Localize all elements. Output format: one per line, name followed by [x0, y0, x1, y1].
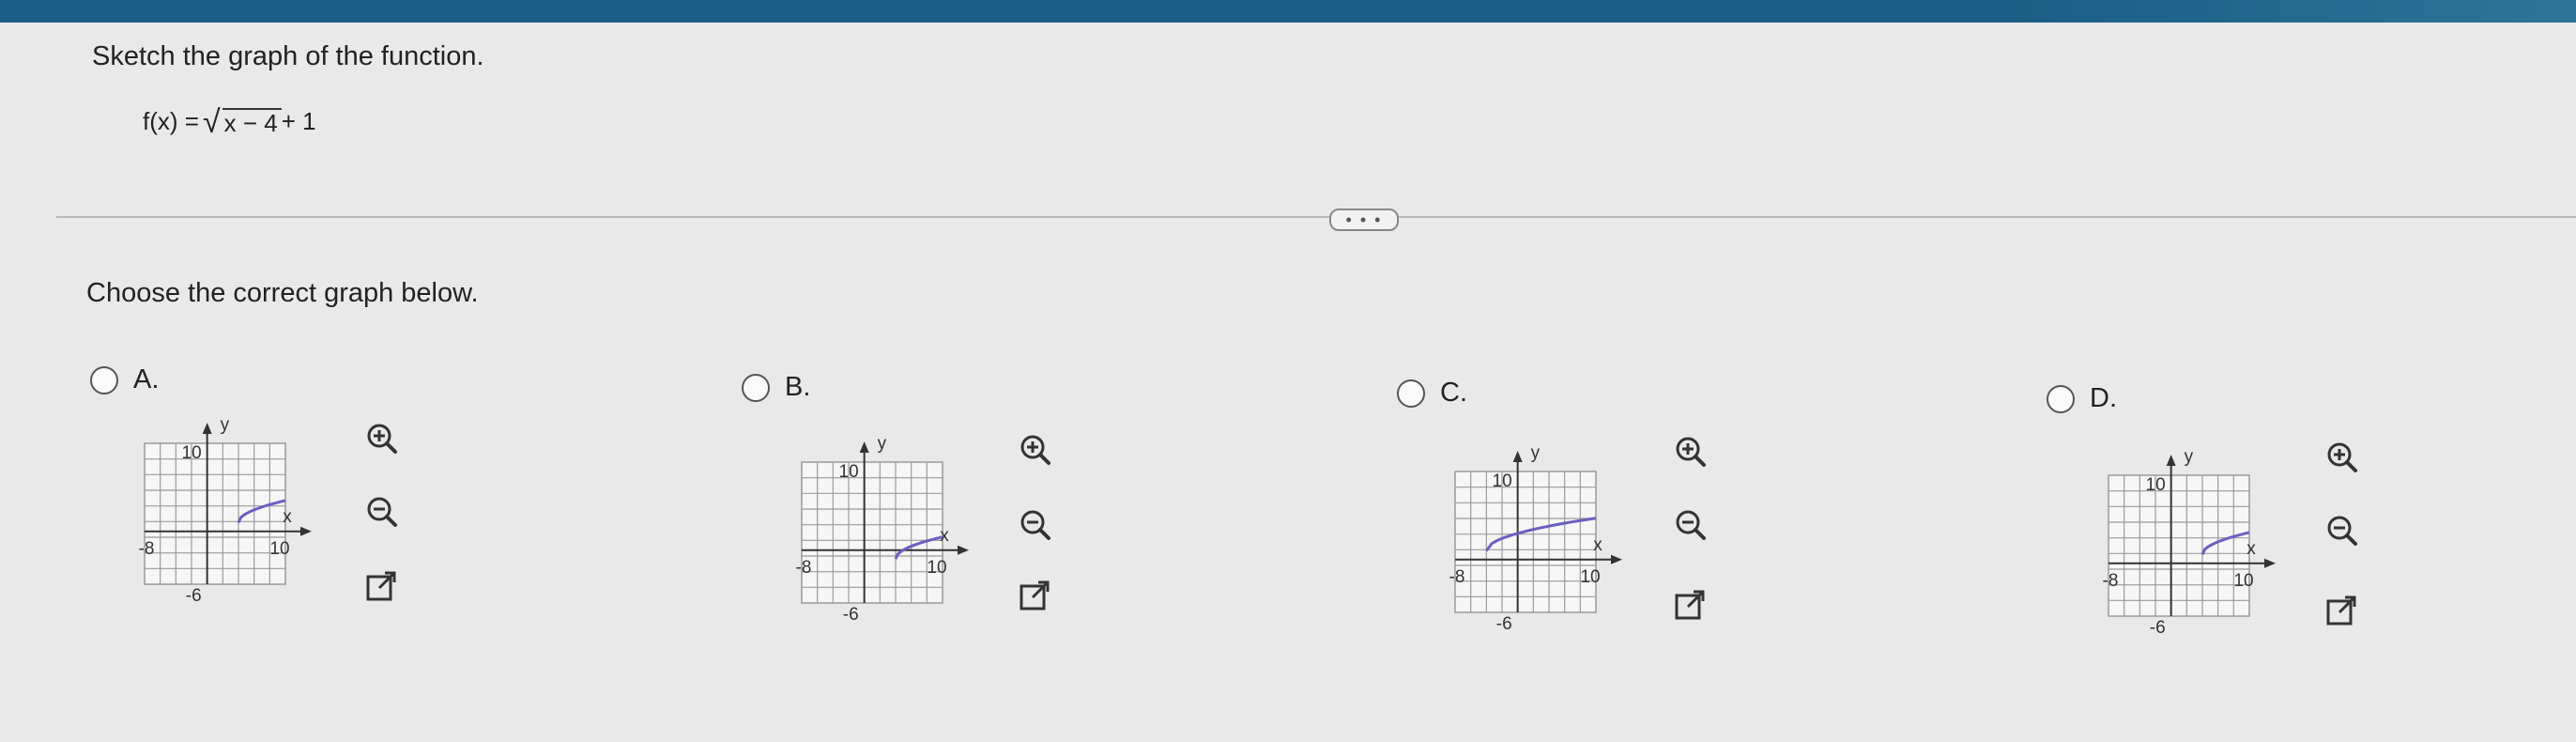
grid-box	[1454, 471, 1597, 613]
zoom-in-icon	[367, 424, 397, 454]
y-axis-arrow	[2166, 455, 2176, 466]
choose-prompt: Choose the correct graph below.	[86, 278, 479, 308]
y-top-tick-label: 10	[839, 462, 859, 482]
option-c[interactable]: C.	[1397, 378, 1467, 409]
option-c-zoom-in[interactable]	[1671, 432, 1709, 470]
y-axis-arrow	[1512, 451, 1523, 462]
option-c-label: C.	[1440, 378, 1467, 408]
x-axis-label: x	[283, 507, 292, 527]
zoom-out-icon	[1020, 510, 1050, 540]
more-button[interactable]: • • •	[1329, 209, 1399, 231]
x-left-tick-label: -8	[796, 558, 812, 578]
function-radicand: x − 4	[222, 108, 282, 136]
option-d-radio[interactable]	[2047, 384, 2075, 413]
grid-box	[144, 442, 286, 585]
x-left-tick-label: -8	[2103, 571, 2119, 591]
function-tail: + 1	[281, 107, 316, 135]
option-c-open-new[interactable]	[1671, 586, 1709, 624]
x-right-tick-label: 10	[1580, 567, 1600, 587]
x-axis-arrow	[958, 545, 969, 555]
x-axis-arrow	[300, 526, 312, 536]
grid-box	[801, 461, 943, 604]
zoom-out-icon	[2327, 516, 2357, 546]
option-a-radio[interactable]	[90, 365, 118, 394]
open-new-window-icon	[366, 571, 396, 601]
y-bottom-tick-label: -6	[186, 586, 202, 606]
section-divider	[56, 216, 2576, 218]
zoom-out-icon	[367, 497, 397, 527]
x-axis-label: x	[1593, 535, 1602, 555]
zoom-in-icon	[1676, 437, 1706, 467]
open-new-window-icon	[1020, 580, 1050, 611]
y-top-tick-label: 10	[2146, 475, 2166, 495]
option-c-radio[interactable]	[1397, 379, 1425, 408]
x-right-tick-label: 10	[927, 558, 946, 578]
zoom-in-icon	[2327, 442, 2357, 472]
y-top-tick-label: 10	[182, 443, 202, 463]
option-d[interactable]: D.	[2047, 383, 2117, 414]
y-bottom-tick-label: -6	[2150, 618, 2166, 638]
radical-sign: √	[202, 104, 221, 140]
option-d-label: D.	[2090, 383, 2117, 413]
open-new-window-icon	[2326, 595, 2356, 626]
y-axis-arrow	[202, 423, 212, 434]
option-b-zoom-in[interactable]	[1016, 430, 1053, 468]
option-d-graph: y x 10 -8 10 -6	[2103, 447, 2276, 638]
option-a-zoom-in[interactable]	[362, 419, 400, 456]
header-bar	[0, 0, 2576, 23]
function-expression: f(x) = √ x − 4 + 1	[143, 104, 316, 140]
option-a-zoom-out[interactable]	[362, 492, 400, 530]
option-b-label: B.	[785, 372, 811, 402]
function-lhs: f(x) =	[143, 107, 199, 135]
y-axis-label: y	[878, 434, 887, 454]
option-a-label: A.	[133, 364, 160, 394]
x-left-tick-label: -8	[139, 539, 155, 559]
x-axis-label: x	[940, 526, 949, 546]
x-axis-label: x	[2246, 539, 2256, 559]
option-d-zoom-in[interactable]	[2323, 438, 2360, 475]
x-right-tick-label: 10	[269, 539, 289, 559]
y-bottom-tick-label: -6	[1496, 614, 1512, 634]
option-d-open-new[interactable]	[2323, 592, 2360, 629]
y-top-tick-label: 10	[1493, 471, 1512, 491]
option-a[interactable]: A.	[90, 364, 159, 395]
option-c-graph: y x 10 -8 10 -6	[1449, 443, 1622, 634]
option-d-zoom-out[interactable]	[2323, 511, 2360, 549]
y-axis-arrow	[859, 441, 869, 453]
y-bottom-tick-label: -6	[843, 605, 859, 625]
x-left-tick-label: -8	[1449, 567, 1465, 587]
zoom-in-icon	[1020, 435, 1050, 465]
open-new-window-icon	[1675, 590, 1705, 620]
x-axis-arrow	[1611, 554, 1622, 564]
x-axis-arrow	[2264, 558, 2276, 568]
option-c-zoom-out[interactable]	[1671, 505, 1709, 543]
y-axis-label: y	[2185, 447, 2194, 467]
x-right-tick-label: 10	[2233, 571, 2253, 591]
option-a-open-new[interactable]	[362, 567, 400, 605]
grid-box	[2108, 474, 2250, 617]
option-b[interactable]: B.	[742, 372, 810, 403]
question-title: Sketch the graph of the function.	[92, 41, 484, 71]
option-b-graph: y x 10 -8 10 -6	[796, 434, 969, 625]
option-b-open-new[interactable]	[1016, 577, 1053, 614]
option-b-radio[interactable]	[742, 373, 770, 402]
y-axis-label: y	[1531, 443, 1541, 463]
y-axis-label: y	[221, 415, 230, 435]
zoom-out-icon	[1676, 510, 1706, 540]
option-a-graph: y x 10 -8 10 -6	[139, 415, 312, 606]
option-b-zoom-out[interactable]	[1016, 505, 1053, 543]
